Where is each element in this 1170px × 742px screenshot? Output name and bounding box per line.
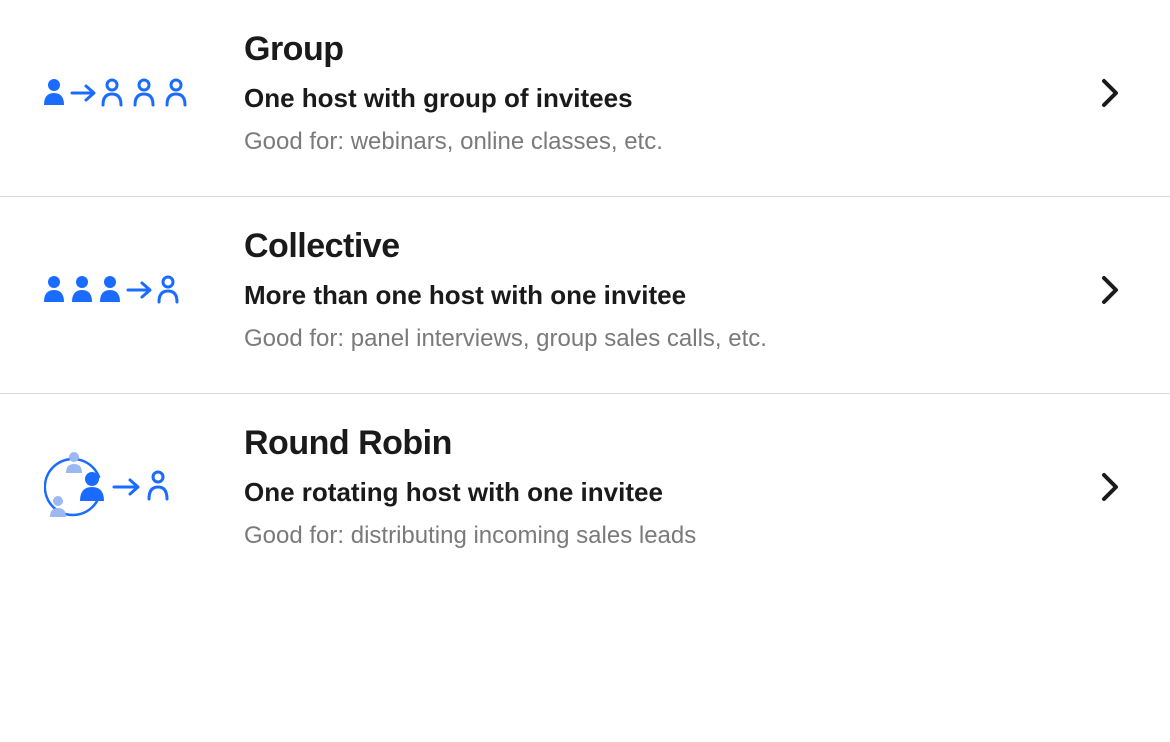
option-round-robin[interactable]: Round Robin One rotating host with one i… <box>0 393 1170 590</box>
option-subtitle: One rotating host with one invitee <box>244 477 1070 508</box>
option-text: Round Robin One rotating host with one i… <box>244 424 1090 550</box>
option-text: Collective More than one host with one i… <box>244 227 1090 353</box>
option-title: Collective <box>244 227 1070 266</box>
chevron-right-icon <box>1090 471 1130 503</box>
option-title: Round Robin <box>244 424 1070 463</box>
option-desc: Good for: panel interviews, group sales … <box>244 325 1070 353</box>
option-subtitle: More than one host with one invitee <box>244 280 1070 311</box>
collective-icon <box>44 270 244 310</box>
chevron-right-icon <box>1090 77 1130 109</box>
option-group[interactable]: Group One host with group of invitees Go… <box>0 0 1170 196</box>
round-robin-icon <box>44 447 244 527</box>
option-title: Group <box>244 30 1070 69</box>
option-desc: Good for: webinars, online classes, etc. <box>244 128 1070 156</box>
event-type-list: Group One host with group of invitees Go… <box>0 0 1170 590</box>
group-icon <box>44 73 244 113</box>
chevron-right-icon <box>1090 274 1130 306</box>
option-text: Group One host with group of invitees Go… <box>244 30 1090 156</box>
option-collective[interactable]: Collective More than one host with one i… <box>0 196 1170 393</box>
option-subtitle: One host with group of invitees <box>244 83 1070 114</box>
option-desc: Good for: distributing incoming sales le… <box>244 522 1070 550</box>
